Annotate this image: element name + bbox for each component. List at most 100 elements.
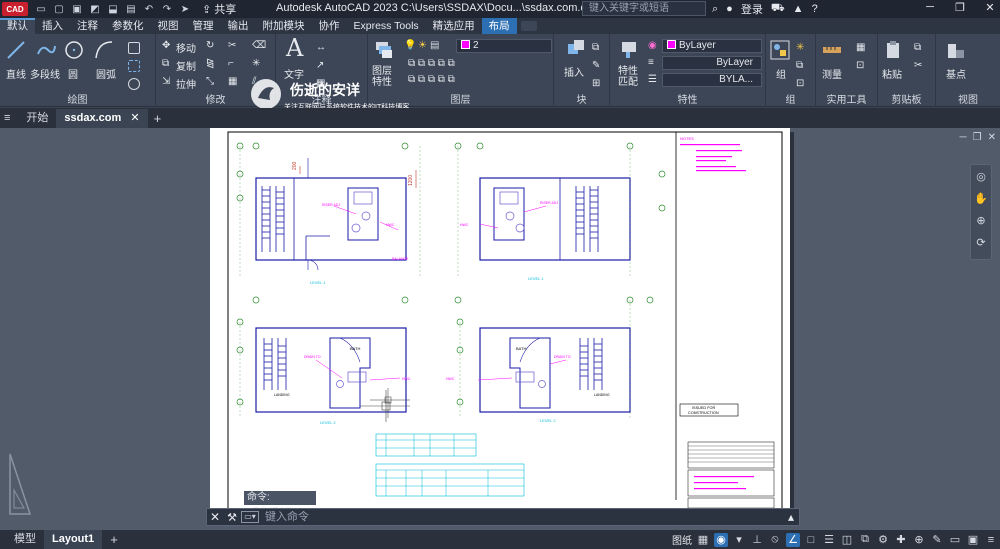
- quick-select-icon[interactable]: ⊡: [856, 60, 864, 71]
- erase-icon[interactable]: ⌫: [252, 40, 266, 51]
- copy-icon[interactable]: ⧉: [162, 58, 169, 69]
- utilities-panel-title[interactable]: 实用工具: [816, 91, 877, 106]
- drawing-viewport[interactable]: RISER ADJ HWC BALANCE 200 1200 LEVEL 1 R…: [0, 128, 1000, 530]
- command-input[interactable]: [265, 511, 783, 523]
- properties-panel-title[interactable]: 特性: [610, 91, 765, 106]
- autodesk-a360-icon[interactable]: ▲: [793, 3, 804, 15]
- annotation-scale-icon[interactable]: ⚙: [876, 533, 890, 547]
- block-panel-title[interactable]: 块: [554, 91, 609, 106]
- fillet-icon[interactable]: ⌐: [228, 58, 234, 69]
- help-icon[interactable]: ?: [812, 3, 818, 15]
- polyline-tool[interactable]: 多段线: [30, 66, 60, 81]
- autocad-logo-icon[interactable]: CAD: [2, 2, 28, 16]
- tab-parametric[interactable]: 参数化: [105, 18, 151, 34]
- group-icon[interactable]: [770, 40, 790, 60]
- cut-icon[interactable]: ✂: [914, 60, 922, 71]
- lineweight-icon[interactable]: ☰: [648, 74, 657, 85]
- tab-collaborate[interactable]: 协作: [312, 18, 347, 34]
- arc-tool[interactable]: 圆弧: [96, 66, 116, 81]
- ortho-icon[interactable]: ⊥: [750, 533, 764, 547]
- selection-cycling-icon[interactable]: ⧉: [858, 533, 872, 547]
- zoom-extents-icon[interactable]: ⊕: [971, 211, 991, 231]
- command-expand-icon[interactable]: ▴: [783, 510, 799, 524]
- match-properties-icon[interactable]: [620, 40, 640, 60]
- tab-manage[interactable]: 管理: [186, 18, 221, 34]
- tab-featured-apps[interactable]: 精选应用: [426, 18, 482, 34]
- group-select-icon[interactable]: ⊡: [796, 78, 804, 89]
- user-icon[interactable]: ●: [726, 3, 733, 15]
- line-tool[interactable]: 直线: [6, 66, 26, 81]
- array-icon[interactable]: ▦: [228, 76, 237, 87]
- search-icon[interactable]: ⌕: [712, 3, 718, 16]
- edit-block-icon[interactable]: ✎: [592, 60, 600, 71]
- workspace-icon[interactable]: ✚: [894, 533, 908, 547]
- print-icon[interactable]: ▤: [124, 3, 138, 15]
- layer-on-icon[interactable]: 💡: [404, 40, 416, 51]
- leader-icon[interactable]: ↗: [316, 60, 324, 71]
- lineweight-dropdown[interactable]: BYLA...: [662, 73, 762, 87]
- ungroup-icon[interactable]: ✳: [796, 42, 804, 53]
- undo-icon[interactable]: ↶: [142, 3, 156, 15]
- layer-properties-icon[interactable]: [374, 40, 394, 60]
- tab-addins[interactable]: 附加模块: [256, 18, 312, 34]
- paper-sheet[interactable]: RISER ADJ HWC BALANCE 200 1200 LEVEL 1 R…: [210, 128, 790, 518]
- restore-icon[interactable]: ❐: [954, 1, 966, 14]
- tab-default[interactable]: 默认: [0, 18, 35, 34]
- view-panel-title[interactable]: 视图: [936, 91, 1000, 106]
- base-view-tool[interactable]: 基点: [946, 66, 966, 81]
- group-tool[interactable]: 组: [776, 66, 786, 81]
- viewport-minimize-icon[interactable]: ─: [960, 132, 967, 143]
- close-icon[interactable]: ✕: [984, 1, 996, 14]
- block-attribute-icon[interactable]: ⊞: [592, 78, 600, 89]
- tab-layout[interactable]: 布局: [481, 18, 517, 34]
- share-button[interactable]: ⇪ 共享: [202, 1, 236, 17]
- layer-dropdown[interactable]: 2: [456, 39, 552, 53]
- arc-icon[interactable]: [94, 40, 114, 60]
- color-dropdown[interactable]: ByLayer: [662, 39, 762, 53]
- move-icon[interactable]: ✥: [162, 40, 170, 51]
- explode-icon[interactable]: ✳: [252, 58, 260, 69]
- tab-express-tools[interactable]: Express Tools: [347, 18, 426, 34]
- tab-close-icon[interactable]: ✕: [130, 112, 139, 124]
- match-properties-tool[interactable]: 特性匹配: [618, 66, 646, 88]
- new-file-icon[interactable]: ▭: [34, 3, 48, 15]
- tab-layout1[interactable]: Layout1: [44, 530, 103, 549]
- paste-icon[interactable]: [884, 40, 904, 60]
- cart-icon[interactable]: ⛟: [771, 2, 785, 16]
- command-close-icon[interactable]: ✕: [207, 510, 223, 524]
- tab-insert[interactable]: 插入: [35, 18, 70, 34]
- dimension-icon[interactable]: ↔: [316, 42, 326, 53]
- layer-thaw-icon[interactable]: ☀: [418, 40, 427, 51]
- tab-view[interactable]: 视图: [151, 18, 186, 34]
- scale-icon[interactable]: ⤡: [206, 76, 214, 87]
- dropdown-arrow-icon[interactable]: ▾: [732, 533, 746, 547]
- clean-screen-icon[interactable]: ▣: [966, 533, 980, 547]
- orbit-icon[interactable]: ⟳: [971, 233, 991, 253]
- rotate-icon[interactable]: ↻: [206, 40, 214, 51]
- isolate-objects-icon[interactable]: ✎: [930, 533, 944, 547]
- new-tab-button[interactable]: +: [148, 109, 168, 128]
- measure-icon[interactable]: [822, 40, 842, 60]
- save-as-icon[interactable]: ◩: [88, 3, 102, 15]
- hatch-icon[interactable]: [128, 60, 140, 72]
- transparency-icon[interactable]: ◫: [840, 533, 854, 547]
- command-customize-icon[interactable]: ⚒: [223, 511, 241, 524]
- steering-wheel-icon[interactable]: ◎: [971, 167, 991, 187]
- insert-tool[interactable]: 插入: [564, 64, 584, 79]
- paste-tool[interactable]: 粘贴: [882, 66, 902, 81]
- draw-panel-title[interactable]: 绘图: [0, 91, 155, 106]
- annotation-monitor-icon[interactable]: ⊕: [912, 533, 926, 547]
- copy-clip-icon[interactable]: ⧉: [914, 42, 921, 53]
- tab-annotate[interactable]: 注释: [70, 18, 105, 34]
- isodraft-icon[interactable]: ∠: [786, 532, 800, 547]
- rectangle-icon[interactable]: [128, 42, 140, 54]
- hardware-accel-icon[interactable]: ▭: [948, 533, 962, 547]
- copy-tool[interactable]: 复制: [176, 58, 196, 73]
- pan-hand-icon[interactable]: ✋: [971, 189, 991, 209]
- circle-icon[interactable]: [64, 40, 84, 60]
- clipboard-panel-title[interactable]: 剪贴板: [878, 91, 935, 106]
- grid-icon[interactable]: ▦: [696, 533, 710, 547]
- lineweight-toggle-icon[interactable]: ☰: [822, 533, 836, 547]
- minimize-icon[interactable]: ─: [924, 1, 936, 14]
- command-prompt-icon[interactable]: ▭▾: [241, 511, 259, 523]
